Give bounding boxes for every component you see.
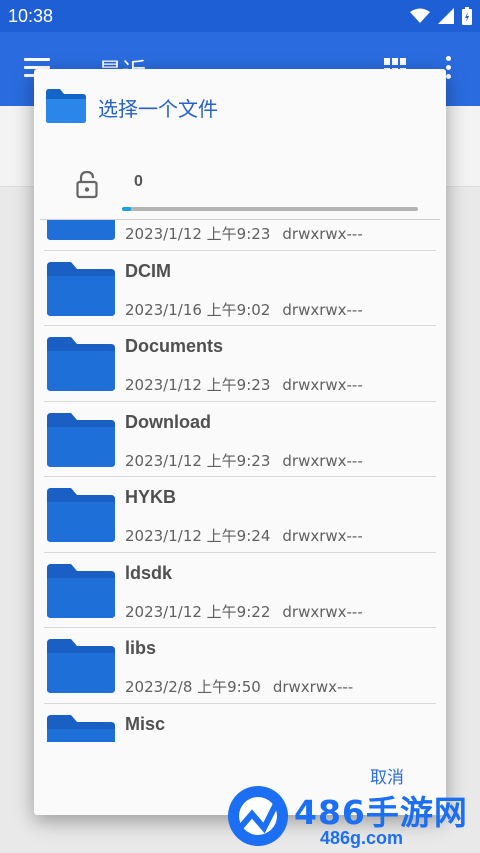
file-permissions: drwxrwx--- (282, 300, 363, 319)
folder-icon (46, 89, 86, 123)
watermark-title: 486手游网 (294, 793, 468, 832)
file-permissions: drwxrwx--- (282, 376, 363, 394)
file-meta: 2023/2/8 上午9:50 drwxrwx--- (125, 676, 353, 697)
file-row[interactable]: DCIM 2023/1/16 上午9:02 drwxrwx--- (34, 251, 446, 326)
file-row[interactable]: Download 2023/1/12 上午9:23 drwxrwx--- (34, 402, 446, 477)
path-crumb[interactable]: 0 (134, 173, 143, 191)
wifi-icon (410, 8, 430, 23)
file-chooser-dialog: 选择一个文件 0 Android2023/1/12 上午9:23drwxrwx-… (34, 69, 446, 815)
file-date: 2023/1/12 上午9:23 (125, 225, 271, 243)
folder-icon (47, 563, 115, 618)
unlock-icon[interactable] (76, 171, 98, 199)
file-row[interactable]: libs 2023/2/8 上午9:50 drwxrwx--- (34, 628, 446, 704)
status-time: 10:38 (8, 6, 54, 26)
dialog-title: 选择一个文件 (98, 97, 218, 121)
file-meta: 2023/1/16 上午9:02 drwxrwx--- (125, 299, 363, 320)
more-vert-icon[interactable] (446, 56, 452, 80)
file-permissions: drwxrwx--- (282, 602, 363, 621)
file-date: 2023/1/12 上午9:23 (125, 376, 271, 394)
file-date: 2023/1/16 上午9:02 (125, 300, 271, 319)
file-row[interactable]: Documents 2023/1/12 上午9:23 drwxrwx--- (34, 326, 446, 402)
file-date: 2023/1/12 上午9:23 (125, 451, 271, 470)
path-scrollbar-thumb[interactable] (122, 207, 131, 211)
status-bar: 10:38 (0, 0, 480, 32)
watermark-url: 486g.com (320, 828, 404, 848)
file-list-rows: Android2023/1/12 上午9:23drwxrwx---DCIM202… (34, 220, 446, 742)
path-bar: 0 (34, 163, 446, 223)
file-name: Documents (125, 336, 224, 356)
file-row[interactable]: HYKB 2023/1/12 上午9:24 drwxrwx--- (34, 477, 446, 553)
path-scrollbar[interactable] (122, 207, 418, 211)
file-row[interactable]: ldsdk 2023/1/12 上午9:22 drwxrwx--- (34, 553, 446, 628)
file-name: HYKB (125, 487, 177, 507)
folder-icon (47, 337, 115, 391)
folder-icon (47, 488, 115, 542)
dialog-header: 选择一个文件 (34, 69, 446, 139)
file-date: 2023/2/8 上午9:50 (125, 678, 261, 696)
folder-icon (47, 261, 115, 316)
file-meta: 2023/1/12 上午9:24 drwxrwx--- (125, 525, 363, 546)
file-list[interactable]: Android2023/1/12 上午9:23drwxrwx---DCIM202… (34, 220, 446, 742)
file-name: ldsdk (125, 562, 173, 583)
file-date: 2023/1/12 上午9:22 (125, 602, 271, 621)
battery-icon (462, 7, 472, 25)
file-meta: 2023/1/12 上午9:23 drwxrwx--- (125, 223, 363, 244)
watermark: 486手游网 486g.com (222, 784, 480, 853)
file-meta: 2023/1/12 上午9:23 drwxrwx--- (125, 374, 363, 395)
file-permissions: drwxrwx--- (272, 678, 354, 696)
file-name: Misc (125, 713, 166, 734)
signal-icon (438, 8, 454, 24)
file-permissions: drwxrwx--- (282, 451, 363, 470)
file-name: libs (125, 638, 157, 658)
file-meta: 2023/1/12 上午9:23 drwxrwx--- (125, 450, 363, 471)
file-permissions: drwxrwx--- (282, 225, 363, 243)
folder-icon (47, 714, 115, 742)
file-date: 2023/1/12 上午9:24 (125, 527, 271, 545)
folder-icon (47, 412, 115, 467)
file-name: Download (125, 411, 211, 432)
folder-icon (47, 220, 115, 240)
folder-icon (47, 639, 115, 693)
watermark-logo (228, 786, 288, 846)
file-permissions: drwxrwx--- (282, 527, 363, 545)
file-name: DCIM (125, 260, 171, 281)
file-row[interactable]: Misc (34, 704, 446, 742)
file-row[interactable]: Android2023/1/12 上午9:23drwxrwx--- (34, 220, 446, 251)
file-meta: 2023/1/12 上午9:22 drwxrwx--- (125, 601, 363, 622)
